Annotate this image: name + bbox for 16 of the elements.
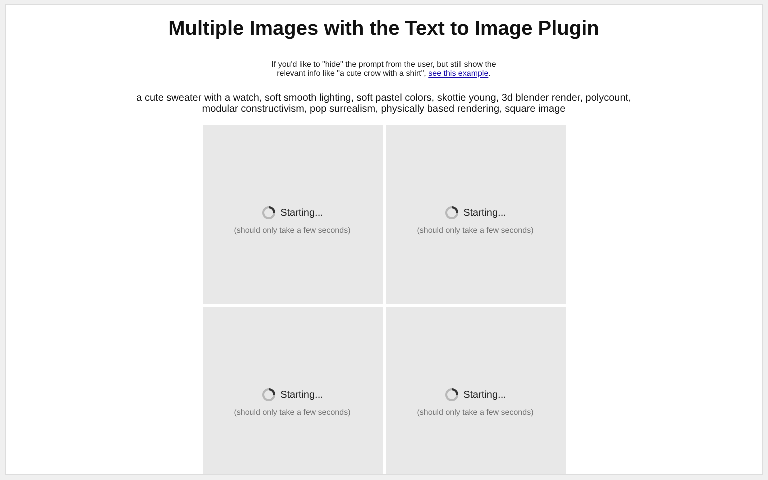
- intro-text: If you'd like to "hide" the prompt from the user, but still show the relevant info like "a cute crow with a shirt", see this example.: [270, 60, 498, 78]
- example-link[interactable]: see this example: [428, 69, 489, 78]
- note-text: (should only take a few seconds): [417, 226, 534, 235]
- spinner-icon: [444, 206, 459, 220]
- prompt-text: a cute sweater with a watch, soft smooth lighting, soft pastel colors, skottie young, 3d blender render, polycount, modular constructivism, pop surrealism, physically based rendering, square image: [136, 93, 632, 115]
- spinner-icon: [444, 388, 459, 402]
- spinner-icon: [262, 206, 276, 220]
- status-text: Starting...: [464, 208, 506, 218]
- status-text: Starting...: [280, 390, 324, 400]
- status-text: Starting...: [464, 390, 506, 400]
- spinner-icon: [262, 388, 276, 402]
- note-text: (should only take a few seconds): [234, 226, 351, 235]
- page-title: Multiple Images with the Text to Image Plugin: [168, 18, 600, 41]
- status-text: Starting...: [280, 208, 324, 218]
- note-text: (should only take a few seconds): [417, 408, 534, 417]
- note-text: (should only take a few seconds): [234, 408, 351, 417]
